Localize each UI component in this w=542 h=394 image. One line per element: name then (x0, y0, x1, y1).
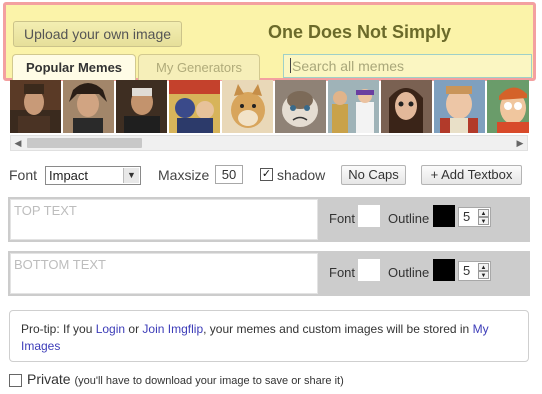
pro-tip-middle: , your memes and custom images will be s… (203, 322, 473, 336)
thumbnail-doge[interactable] (222, 80, 273, 133)
login-link[interactable]: Login (96, 322, 125, 336)
thumbnail-most-interesting-man[interactable] (116, 80, 167, 133)
thumbnail-grumpy-cat[interactable] (275, 80, 326, 133)
font-label: Font (9, 167, 38, 183)
outline-size-value: 5 (463, 263, 471, 278)
scroll-thumb[interactable] (27, 138, 142, 148)
textbox-outline-label: Outline (388, 211, 430, 226)
thumbnail-scrollbar[interactable]: ◀ ▶ (10, 135, 528, 151)
private-label-text: Private (27, 371, 71, 387)
tab-my-generators[interactable]: My Generators (138, 54, 260, 80)
bottom-text-input[interactable]: BOTTOM TEXT (10, 253, 318, 294)
scroll-left-arrow-icon[interactable]: ◀ (11, 136, 25, 150)
generator-header: Upload your own image One Does Not Simpl… (3, 2, 536, 81)
thumbnail-batman-slapping-robin[interactable] (169, 80, 220, 133)
font-color-swatch[interactable] (358, 259, 380, 281)
private-label: Private (you'll have to download your im… (27, 371, 344, 387)
maxsize-input[interactable]: 50 (215, 165, 243, 184)
private-note: (you'll have to download your image to s… (74, 375, 344, 387)
search-input[interactable]: Search all memes (283, 54, 532, 78)
outline-size-value: 5 (463, 209, 471, 224)
outline-color-swatch[interactable] (433, 259, 455, 281)
no-caps-button[interactable]: No Caps (341, 165, 406, 185)
pro-tip-box: Pro-tip: If you Login or Join Imgflip, y… (9, 310, 529, 362)
textbox-font-label: Font (329, 265, 356, 280)
outline-size-stepper[interactable]: 5 ▲ ▼ (458, 207, 491, 227)
meme-thumbnail-strip (10, 80, 529, 134)
textbox-row-top: TOP TEXT Font Outline 5 ▲ ▼ (8, 197, 530, 242)
thumbnail-overly-attached-girlfriend[interactable] (381, 80, 432, 133)
thumbnail-futurama-fry[interactable] (487, 80, 529, 133)
thumbnail-x-everywhere[interactable] (328, 80, 379, 133)
upload-image-button[interactable]: Upload your own image (13, 21, 182, 47)
meme-title: One Does Not Simply (268, 22, 452, 42)
shadow-checkbox[interactable]: ✓ (260, 168, 273, 181)
shadow-label: shadow (277, 167, 326, 183)
thumbnail-ancient-aliens[interactable] (63, 80, 114, 133)
search-placeholder: Search all memes (292, 58, 405, 74)
outline-color-swatch[interactable] (433, 205, 455, 227)
font-color-swatch[interactable] (358, 205, 380, 227)
textbox-outline-label: Outline (388, 265, 430, 280)
textbox-font-label: Font (329, 211, 356, 226)
stepper-down-icon[interactable]: ▼ (478, 271, 489, 279)
maxsize-label: Maxsize (158, 167, 210, 183)
pro-tip-or: or (125, 322, 143, 336)
top-text-input[interactable]: TOP TEXT (10, 199, 318, 240)
thumbnail-one-does-not-simply[interactable] (10, 80, 61, 133)
textbox-row-bottom: BOTTOM TEXT Font Outline 5 ▲ ▼ (8, 251, 530, 296)
chevron-down-icon: ▼ (123, 168, 139, 183)
font-select-value: Impact (49, 168, 89, 183)
outline-size-stepper[interactable]: 5 ▲ ▼ (458, 261, 491, 281)
stepper-up-icon[interactable]: ▲ (478, 209, 489, 217)
text-caret (290, 58, 291, 73)
pro-tip-prefix: Pro-tip: If you (21, 322, 96, 336)
tab-popular-memes[interactable]: Popular Memes (12, 54, 136, 80)
private-checkbox[interactable] (9, 374, 22, 387)
font-select[interactable]: Impact ▼ (45, 166, 141, 185)
stepper-down-icon[interactable]: ▼ (478, 217, 489, 225)
stepper-up-icon[interactable]: ▲ (478, 263, 489, 271)
scroll-right-arrow-icon[interactable]: ▶ (513, 136, 527, 150)
add-textbox-button[interactable]: + Add Textbox (421, 165, 522, 185)
thumbnail-bad-luck-brian[interactable] (434, 80, 485, 133)
join-imgflip-link[interactable]: Join Imgflip (142, 322, 203, 336)
